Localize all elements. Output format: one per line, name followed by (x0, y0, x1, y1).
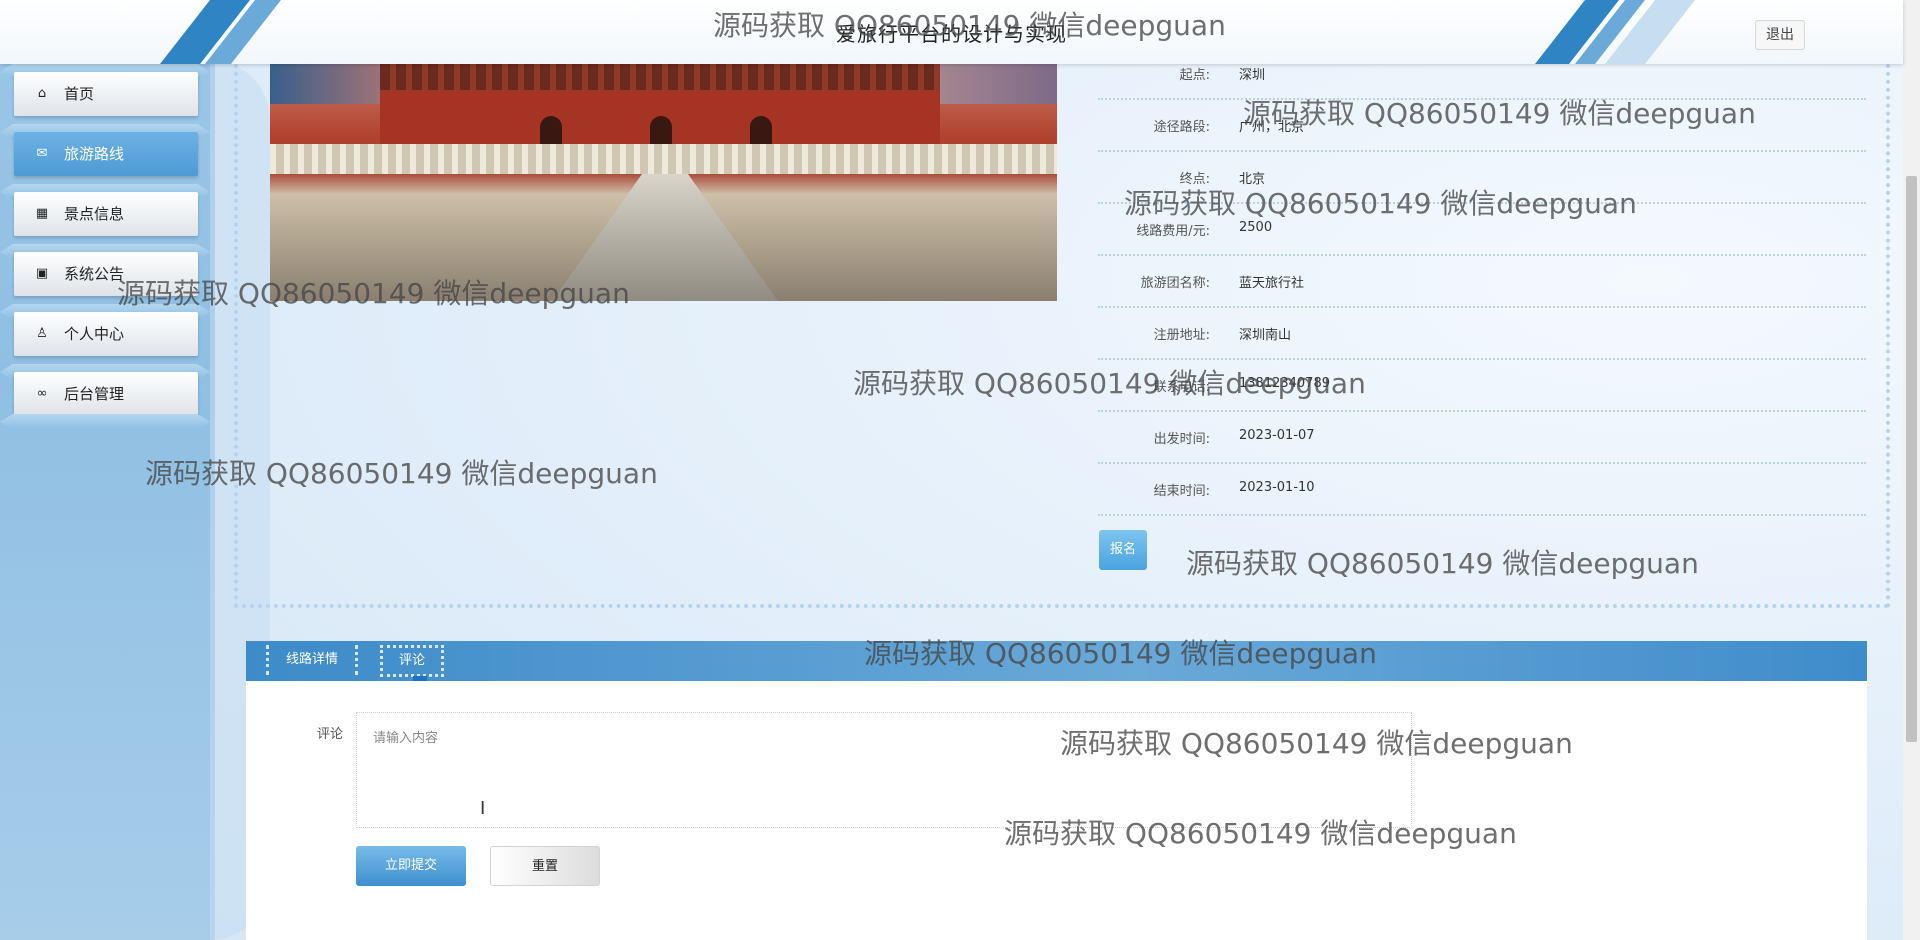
mail-icon: ✉ (36, 146, 48, 161)
tab-route-detail[interactable]: 线路详情 (266, 645, 358, 675)
sidebar-item-attractions[interactable]: ▦ 景点信息 (14, 192, 198, 236)
site-title: 爱旅行平台的设计与实现 (836, 22, 1067, 46)
sidebar-item-label: 系统公告 (64, 265, 125, 283)
info-label: 起点: (1179, 68, 1210, 83)
logout-button[interactable]: 退出 (1755, 20, 1805, 50)
scrollbar-thumb[interactable] (1906, 176, 1917, 742)
top-header: 爱旅行平台的设计与实现 退出 (0, 0, 1903, 64)
nav-separator (0, 414, 210, 430)
sidebar-item-label: 后台管理 (64, 385, 125, 403)
info-row-via: 途径路段: 广州，北京 (1098, 99, 1866, 152)
link-icon: ∞ (36, 386, 48, 401)
info-label: 出发时间: (1153, 432, 1210, 447)
info-label: 旅游团名称: (1140, 276, 1210, 291)
route-photo (270, 64, 1057, 301)
gift-icon: ▣ (35, 266, 49, 281)
info-row-cost: 线路费用/元: 2500 (1098, 203, 1866, 256)
user-icon: ♙ (36, 326, 48, 341)
photo-roof (380, 64, 940, 90)
info-row-agency: 旅游团名称: 蓝天旅行社 (1098, 255, 1866, 308)
active-tab-indicator (413, 676, 427, 681)
info-row-phone: 联系电话: 13812340789 (1098, 359, 1866, 412)
info-value: 广州，北京 (1239, 120, 1305, 135)
info-label: 终点: (1179, 172, 1210, 187)
sidebar-item-label: 首页 (64, 85, 95, 103)
info-value: 2500 (1239, 220, 1273, 235)
sidebar-item-announcements[interactable]: ▣ 系统公告 (14, 252, 198, 296)
reset-button[interactable]: 重置 (490, 846, 600, 886)
info-label: 途径路段: (1153, 120, 1210, 135)
info-value: 2023-01-07 (1239, 428, 1315, 443)
photo-path (550, 174, 780, 301)
signup-button[interactable]: 报名 (1099, 530, 1147, 570)
photo-railing (270, 144, 1057, 174)
sidebar-item-home[interactable]: ⌂ 首页 (14, 72, 198, 116)
info-label: 联系电话: (1153, 380, 1210, 395)
info-label: 结束时间: (1153, 484, 1210, 499)
text-cursor-icon: I (480, 798, 486, 819)
info-row-end: 终点: 北京 (1098, 151, 1866, 204)
sidebar-item-label: 个人中心 (64, 325, 125, 343)
submit-button[interactable]: 立即提交 (356, 846, 466, 886)
tabs-bar: 线路详情 评论 (246, 641, 1867, 681)
info-value: 2023-01-10 (1239, 480, 1315, 495)
info-label: 注册地址: (1153, 328, 1210, 343)
page-scrollbar[interactable] (1903, 0, 1920, 940)
home-icon: ⌂ (37, 86, 47, 101)
comment-label: 评论 (317, 727, 344, 742)
info-value: 深圳 (1239, 68, 1266, 83)
tab-comments[interactable]: 评论 (380, 645, 444, 677)
comment-input[interactable] (356, 712, 1412, 828)
sidebar-item-routes[interactable]: ✉ 旅游路线 (14, 132, 198, 176)
sidebar-item-admin[interactable]: ∞ 后台管理 (14, 372, 198, 416)
grid-icon: ▦ (35, 206, 49, 221)
info-row-depart: 出发时间: 2023-01-07 (1098, 411, 1866, 464)
sidebar-item-profile[interactable]: ♙ 个人中心 (14, 312, 198, 356)
info-value: 蓝天旅行社 (1239, 276, 1305, 291)
info-row-address: 注册地址: 深圳南山 (1098, 307, 1866, 360)
sidebar-item-label: 景点信息 (64, 205, 125, 223)
info-value: 北京 (1239, 172, 1266, 187)
info-label: 线路费用/元: (1136, 224, 1210, 239)
info-row-finish: 结束时间: 2023-01-10 (1098, 463, 1866, 516)
sidebar-item-label: 旅游路线 (64, 145, 125, 163)
info-value: 深圳南山 (1239, 328, 1292, 343)
info-value: 13812340789 (1239, 376, 1330, 391)
